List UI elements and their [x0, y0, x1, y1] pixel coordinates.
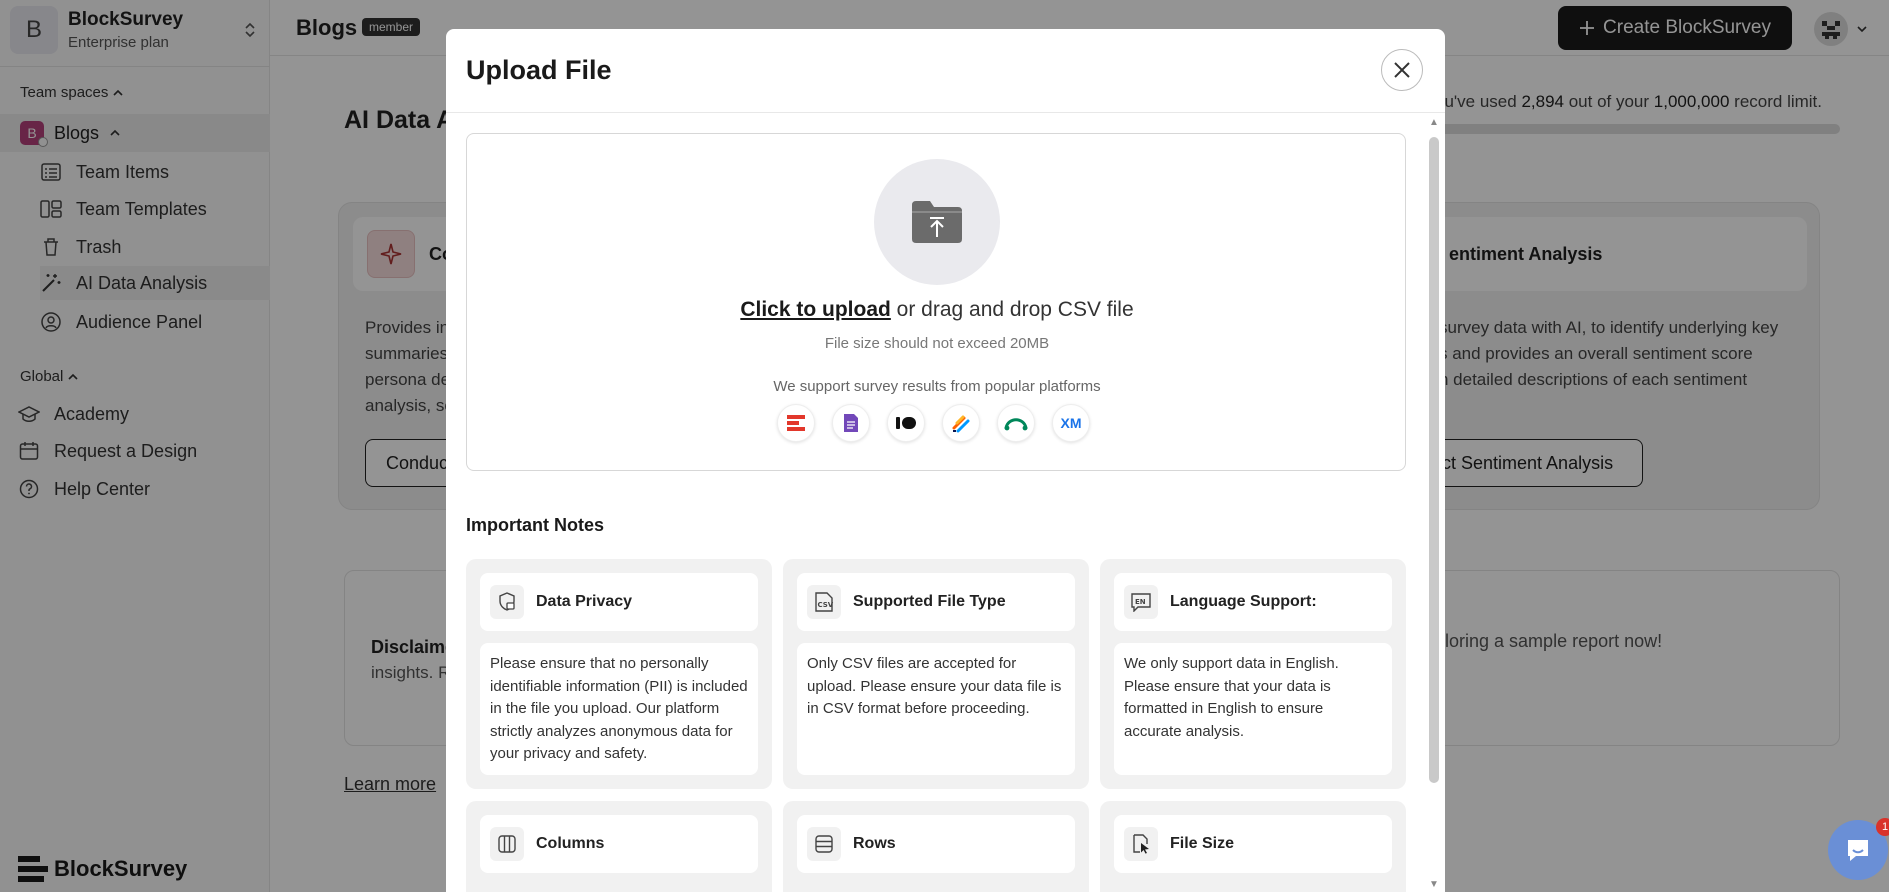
qualtrics-icon: XM [1052, 404, 1090, 442]
typeform-icon [887, 404, 925, 442]
chat-icon [1848, 840, 1868, 861]
note-supported-file-type: CSV Supported File Type Only CSV files a… [783, 559, 1089, 789]
platform-logos: XM [777, 404, 1090, 442]
modal-scrollbar-thumb[interactable] [1429, 137, 1439, 783]
close-button[interactable] [1381, 49, 1423, 91]
csv-icon: CSV [807, 585, 841, 619]
note-file-size: File Size [1100, 801, 1406, 892]
file-size-note: File size should not exceed 20MB [824, 335, 1050, 352]
google-forms-icon [832, 404, 870, 442]
modal-divider [446, 112, 1445, 113]
platform-support-note: We support survey results from popular p… [773, 378, 1101, 395]
surveysparrow-icon [777, 404, 815, 442]
columns-icon [490, 827, 524, 861]
note-rows: Rows [783, 801, 1089, 892]
folder-upload-icon [874, 159, 1000, 285]
notification-badge: 1 [1876, 818, 1889, 836]
scroll-up-arrow[interactable]: ▲ [1428, 117, 1440, 128]
modal-title: Upload File [466, 55, 612, 85]
upload-file-modal: Upload File Click to upload or drag and … [446, 29, 1445, 892]
close-icon [1394, 62, 1410, 78]
file-dropzone[interactable]: Click to upload or drag and drop CSV fil… [466, 133, 1406, 471]
click-to-upload-link[interactable]: Click to upload [740, 298, 891, 321]
file-size-icon [1124, 827, 1158, 861]
surveymonkey-icon [997, 404, 1035, 442]
scroll-down-arrow[interactable]: ▼ [1428, 879, 1440, 890]
jotform-icon [942, 404, 980, 442]
svg-text:CSV: CSV [818, 601, 834, 609]
important-notes-title: Important Notes [466, 515, 605, 535]
note-body: Please ensure that no personally identif… [480, 643, 758, 775]
note-columns: Columns [466, 801, 772, 892]
privacy-icon [490, 585, 524, 619]
upload-instructions: Click to upload or drag and drop CSV fil… [740, 298, 1134, 321]
svg-text:EN: EN [1135, 598, 1146, 606]
note-language-support: EN Language Support: We only support dat… [1100, 559, 1406, 789]
rows-icon [807, 827, 841, 861]
note-body: Only CSV files are accepted for upload. … [797, 643, 1075, 775]
note-data-privacy: Data Privacy Please ensure that no perso… [466, 559, 772, 789]
note-body: We only support data in English. Please … [1114, 643, 1392, 775]
language-icon: EN [1124, 585, 1158, 619]
